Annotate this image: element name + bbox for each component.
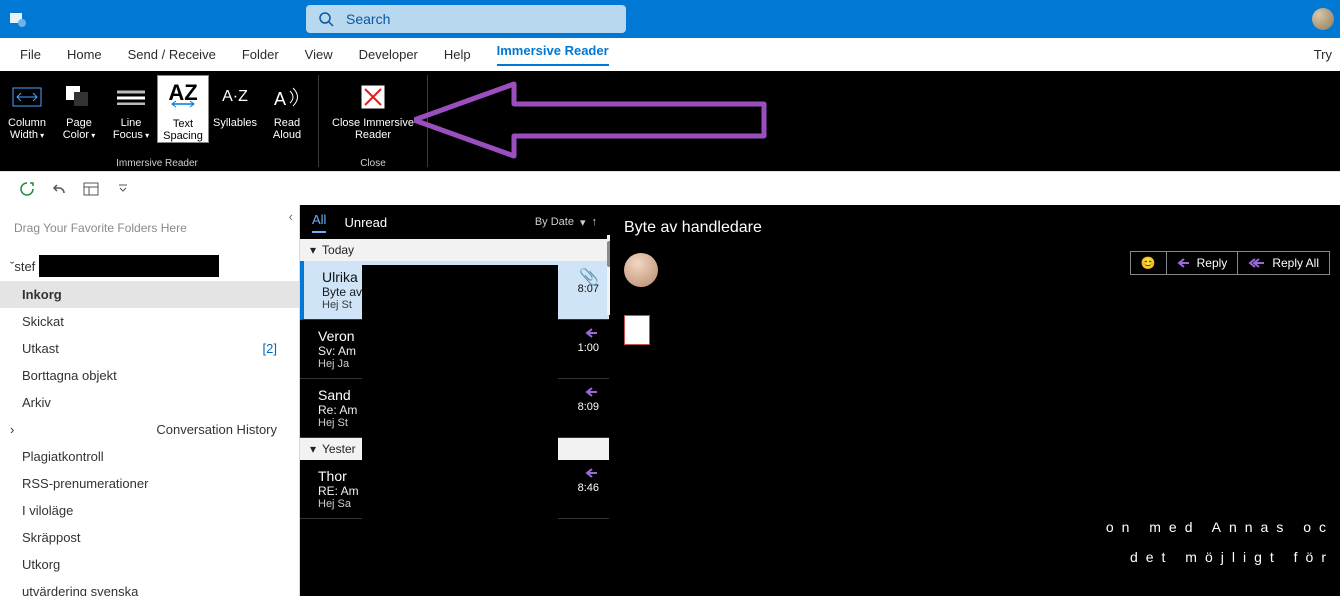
reply-icon <box>585 326 599 344</box>
folder-arkiv[interactable]: Arkiv <box>0 389 299 416</box>
read-aloud-icon: A <box>266 79 308 115</box>
reply-icon <box>1177 257 1191 269</box>
search-icon <box>316 11 336 27</box>
redacted-overlay <box>362 265 558 596</box>
tab-developer[interactable]: Developer <box>359 47 418 62</box>
undo-button[interactable] <box>46 176 72 202</box>
chevron-down-icon: ▾ <box>580 216 586 229</box>
tab-help[interactable]: Help <box>444 47 471 62</box>
app-icon <box>0 9 36 29</box>
folder-skrappost[interactable]: Skräppost <box>0 524 299 551</box>
ribbon-tabs: File Home Send / Receive Folder View Dev… <box>0 38 1340 71</box>
tab-file[interactable]: File <box>20 47 41 62</box>
read-aloud-button[interactable]: A Read Aloud <box>261 75 313 143</box>
reply-all-icon <box>1248 257 1266 269</box>
customize-qat-button[interactable] <box>110 176 136 202</box>
folder-skickat[interactable]: Skickat <box>0 308 299 335</box>
ribbon-group-label-close: Close <box>323 158 423 169</box>
reply-all-button[interactable]: Reply All <box>1237 251 1330 275</box>
undo-icon <box>51 181 67 197</box>
main-panes: ‹ Drag Your Favorite Folders Here ˇ stef… <box>0 205 1340 596</box>
chevron-down-icon: ▾ <box>310 442 316 456</box>
sort-menu[interactable]: By Date ▾ ↑ <box>529 216 597 229</box>
account-header[interactable]: ˇ stef <box>0 251 299 281</box>
quick-access-toolbar <box>0 171 1340 205</box>
message-list-pane: All Unread By Date ▾ ↑ ▾Today Ulrika Byt… <box>300 205 610 596</box>
redacted-account <box>39 255 219 277</box>
line-focus-button[interactable]: Line Focus <box>105 75 157 143</box>
ribbon-group-label-ir: Immersive Reader <box>0 158 314 169</box>
folder-conversation-history[interactable]: ›Conversation History <box>0 416 299 443</box>
close-icon <box>352 79 394 115</box>
message-body: on med Annas oc det möjligt för <box>1106 512 1334 572</box>
syllables-icon: A·Z <box>214 79 256 115</box>
folder-pane: ‹ Drag Your Favorite Folders Here ˇ stef… <box>0 205 300 596</box>
message-subject: Byte av handledare <box>624 219 1330 237</box>
reading-pane: Byte av handledare 😊 Reply Reply All on … <box>610 205 1340 596</box>
reply-icon <box>585 385 599 403</box>
folder-borttagna[interactable]: Borttagna objekt <box>0 362 299 389</box>
chevron-down-icon: ▾ <box>310 243 316 257</box>
ribbon: Column Width Page Color Line Focus AZ Te… <box>0 71 1340 171</box>
folder-utkast[interactable]: Utkast[2] <box>0 335 299 362</box>
tab-home[interactable]: Home <box>67 47 102 62</box>
column-width-icon <box>6 79 48 115</box>
chevron-right-icon: › <box>10 422 14 437</box>
search-input[interactable]: Search <box>306 5 626 33</box>
page-color-button[interactable]: Page Color <box>53 75 105 143</box>
profile-avatar[interactable] <box>1312 8 1334 30</box>
tab-folder[interactable]: Folder <box>242 47 279 62</box>
folder-inkorg[interactable]: Inkorg <box>0 281 299 308</box>
line-focus-icon <box>110 79 152 115</box>
smile-icon: 😊 <box>1141 256 1156 270</box>
tab-immersive-reader[interactable]: Immersive Reader <box>497 43 609 66</box>
close-immersive-reader-button[interactable]: Close Immersive Reader <box>328 75 418 141</box>
layout-icon <box>83 182 99 196</box>
folder-utvardering[interactable]: utvärdering svenska <box>0 578 299 596</box>
column-width-button[interactable]: Column Width <box>1 75 53 143</box>
layout-button[interactable] <box>78 176 104 202</box>
account-name: stef <box>14 259 35 274</box>
tab-send-receive[interactable]: Send / Receive <box>128 47 216 62</box>
react-button[interactable]: 😊 <box>1130 251 1167 275</box>
chevron-down-icon <box>118 184 128 194</box>
attachment-thumbnail[interactable] <box>624 315 650 345</box>
text-spacing-icon: AZ <box>162 80 204 116</box>
folder-utkorg[interactable]: Utkorg <box>0 551 299 578</box>
reply-button[interactable]: Reply <box>1166 251 1239 275</box>
sync-icon <box>19 181 35 197</box>
favorites-drop-hint: Drag Your Favorite Folders Here <box>0 205 299 251</box>
search-placeholder: Search <box>346 11 390 27</box>
text-spacing-button[interactable]: AZ Text Spacing <box>157 75 209 143</box>
folder-plagiatkontroll[interactable]: Plagiatkontroll <box>0 443 299 470</box>
sync-button[interactable] <box>14 176 40 202</box>
tab-view[interactable]: View <box>305 47 333 62</box>
collapse-folders-button[interactable]: ‹ <box>289 209 293 224</box>
sender-avatar <box>624 253 658 287</box>
filter-all-tab[interactable]: All <box>312 212 326 233</box>
title-bar: Search <box>0 0 1340 38</box>
try-label[interactable]: Try <box>1314 47 1332 62</box>
syllables-button[interactable]: A·Z Syllables <box>209 75 261 143</box>
svg-text:A: A <box>274 89 286 109</box>
filter-unread-tab[interactable]: Unread <box>344 215 387 230</box>
sort-direction-icon: ↑ <box>592 216 598 228</box>
reply-icon <box>585 466 599 484</box>
attachment-icon: 📎 <box>579 267 599 287</box>
folder-rss[interactable]: RSS-prenumerationer <box>0 470 299 497</box>
folder-vilolage[interactable]: I viloläge <box>0 497 299 524</box>
group-today[interactable]: ▾Today <box>300 239 609 261</box>
page-color-icon <box>58 79 100 115</box>
